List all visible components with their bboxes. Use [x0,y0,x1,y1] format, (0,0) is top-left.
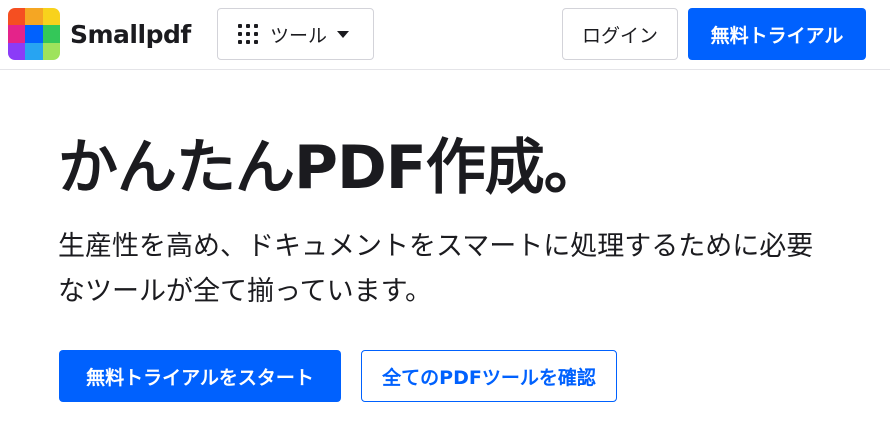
smallpdf-logo-icon [8,8,60,60]
logo-tile [8,25,26,43]
view-all-pdf-tools-button[interactable]: 全てのPDFツールを確認 [361,350,617,402]
logo-tile [25,42,43,60]
smallpdf-logo-link[interactable]: Smallpdf [8,8,191,60]
logo-tile [8,8,26,26]
chevron-down-icon [337,30,350,38]
login-button[interactable]: ログイン [562,8,678,60]
brand-name: Smallpdf [70,19,191,49]
logo-tile [25,8,43,26]
logo-tile [8,42,26,60]
hero-title: かんたんPDF作成。 [58,133,604,203]
tools-menu-label: ツール [270,24,328,47]
start-free-trial-button[interactable]: 無料トライアルをスタート [59,350,341,402]
free-trial-button[interactable]: 無料トライアル [688,8,866,60]
logo-tile [25,25,43,43]
apps-grid-icon [238,24,258,44]
logo-tile [42,8,60,26]
hero-subtitle: 生産性を高め、ドキュメントをスマートに処理するために必要なツールが全て揃っていま… [58,231,814,307]
top-navigation-bar: Smallpdf ツール ログイン 無料トライアル [0,0,890,70]
logo-tile [42,25,60,43]
tools-menu-button[interactable]: ツール [217,8,374,60]
logo-tile [42,42,60,60]
